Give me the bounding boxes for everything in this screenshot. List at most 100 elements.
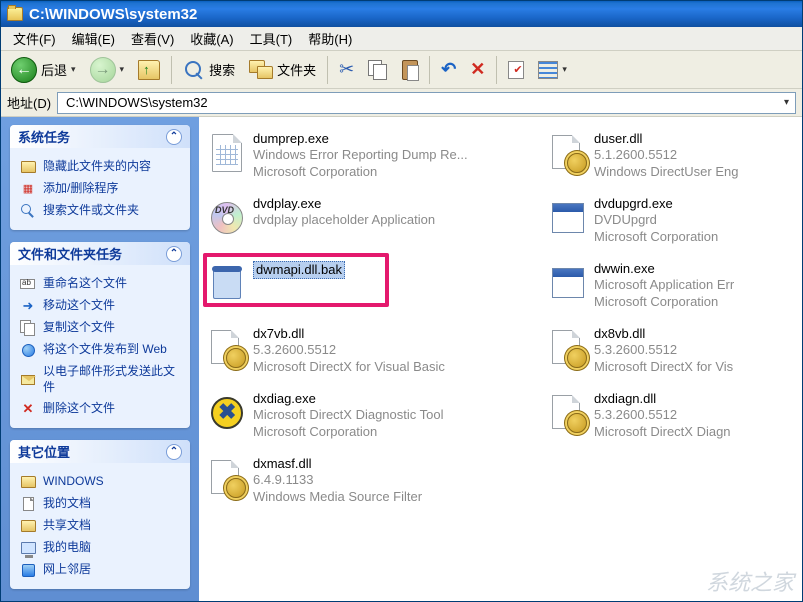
panel-title: 系统任务 [18,127,70,146]
back-button[interactable]: ← 后退 ▾ [5,55,82,85]
delete-button[interactable]: ✕ [464,55,491,85]
toolbar-separator [429,56,430,84]
task-add-remove-programs[interactable]: ▦添加/删除程序 [20,178,180,200]
forward-dropdown-icon[interactable]: ▾ [120,64,125,75]
file-name[interactable]: dx7vb.dll [253,326,445,342]
explorer-window: C:\WINDOWS\system32 文件(F) 编辑(E) 查看(V) 收藏… [0,0,803,602]
search-icon [183,59,205,81]
menu-tools[interactable]: 工具(T) [242,27,301,50]
file-item[interactable]: dvdplay.exedvdplay placeholder Applicati… [205,192,546,257]
cut-button[interactable]: ✂ [333,55,360,85]
place-windows[interactable]: WINDOWS [20,471,180,493]
file-name[interactable]: dwwin.exe [594,261,734,277]
file-name[interactable]: dumprep.exe [253,131,468,147]
panel-header-system-tasks[interactable]: 系统任务 ⌃ [10,125,190,148]
file-name[interactable]: dxmasf.dll [253,456,422,472]
collapse-icon[interactable]: ⌃ [166,444,182,460]
file-name[interactable]: duser.dll [594,131,739,147]
task-rename[interactable]: 重命名这个文件 [20,273,180,295]
task-delete[interactable]: ✕删除这个文件 [20,398,180,420]
forward-button[interactable]: → ▾ [84,55,131,85]
folders-button[interactable]: 文件夹 [243,55,322,85]
panel-header-file-tasks[interactable]: 文件和文件夹任务 ⌃ [10,242,190,265]
file-item[interactable]: dvdupgrd.exeDVDUpgrdMicrosoft Corporatio… [546,192,796,257]
menu-view[interactable]: 查看(V) [123,27,182,50]
place-shared-documents[interactable]: 共享文档 [20,515,180,537]
search-button[interactable]: 搜索 [177,55,241,85]
views-button[interactable]: ▾ [532,55,573,85]
place-network[interactable]: 网上邻居 [20,559,180,581]
address-input[interactable]: C:\WINDOWS\system32 ▾ [57,92,796,114]
place-my-documents[interactable]: 我的文档 [20,493,180,515]
file-description: Microsoft DirectX Diagnostic Tool [253,407,444,423]
file-text: dxmasf.dll6.4.9.1133Windows Media Source… [253,456,422,505]
file-item[interactable]: dumprep.exeWindows Error Reporting Dump … [205,127,546,192]
file-text: dvdupgrd.exeDVDUpgrdMicrosoft Corporatio… [594,196,718,245]
task-email[interactable]: 以电子邮件形式发送此文件 [20,361,180,398]
menu-bar: 文件(F) 编辑(E) 查看(V) 收藏(A) 工具(T) 帮助(H) [1,27,802,51]
place-my-computer[interactable]: 我的电脑 [20,537,180,559]
panel-title: 文件和文件夹任务 [18,244,122,263]
gear-icon [550,393,586,433]
folder-icon [7,7,23,21]
task-hide-contents[interactable]: 隐藏此文件夹的内容 [20,156,180,178]
menu-file[interactable]: 文件(F) [5,27,64,50]
back-dropdown-icon[interactable]: ▾ [71,64,76,75]
toolbar: ← 后退 ▾ → ▾ ↑ 搜索 文件夹 ✂ ↶ ✕ ▾ [1,51,802,89]
file-item[interactable]: dx7vb.dll5.3.2600.5512Microsoft DirectX … [205,322,546,387]
up-button[interactable]: ↑ [132,55,166,85]
document-icon [20,496,36,512]
file-company: Windows Media Source Filter [253,489,422,505]
undo-button[interactable]: ↶ [435,55,462,85]
menu-favorites[interactable]: 收藏(A) [182,27,241,50]
file-text: dx8vb.dll5.3.2600.5512Microsoft DirectX … [594,326,733,375]
task-copy[interactable]: 复制这个文件 [20,317,180,339]
address-dropdown-icon[interactable]: ▾ [781,97,792,108]
file-company: Microsoft Corporation [594,229,718,245]
file-item[interactable]: dxmasf.dll6.4.9.1133Windows Media Source… [205,452,546,517]
views-dropdown-icon[interactable]: ▾ [562,64,567,75]
panel-file-tasks: 文件和文件夹任务 ⌃ 重命名这个文件 ➜移动这个文件 复制这个文件 将这个文件发… [10,242,190,428]
file-description: Windows Error Reporting Dump Re... [253,147,468,163]
file-item[interactable]: dxdiag.exeMicrosoft DirectX Diagnostic T… [205,387,546,452]
file-item[interactable]: duser.dll5.1.2600.5512Windows DirectUser… [546,127,796,192]
file-name[interactable]: dxdiag.exe [253,391,444,407]
file-text: dx7vb.dll5.3.2600.5512Microsoft DirectX … [253,326,445,375]
folder-icon [20,474,36,490]
page-grid-icon [209,133,245,173]
file-item[interactable]: dwwin.exeMicrosoft Application ErrMicros… [546,257,796,322]
folders-label: 文件夹 [277,60,316,79]
file-grid: dumprep.exeWindows Error Reporting Dump … [205,127,796,517]
file-name[interactable]: dwmapi.dll.bak [253,261,345,279]
file-item[interactable]: dwmapi.dll.bak [205,257,546,322]
file-text: dumprep.exeWindows Error Reporting Dump … [253,131,468,180]
panel-body: 隐藏此文件夹的内容 ▦添加/删除程序 搜索文件或文件夹 [10,148,190,230]
copy-button[interactable] [362,55,394,85]
collapse-icon[interactable]: ⌃ [166,129,182,145]
file-list-pane[interactable]: dumprep.exeWindows Error Reporting Dump … [199,117,802,601]
properties-button[interactable] [502,55,530,85]
file-item[interactable]: dxdiagn.dll5.3.2600.5512Microsoft Direct… [546,387,796,452]
menu-help[interactable]: 帮助(H) [300,27,360,50]
panel-header-other-places[interactable]: 其它位置 ⌃ [10,440,190,463]
file-name[interactable]: dvdupgrd.exe [594,196,718,212]
collapse-icon[interactable]: ⌃ [166,246,182,262]
address-path: C:\WINDOWS\system32 [66,95,208,110]
file-description: DVDUpgrd [594,212,718,228]
file-name[interactable]: dxdiagn.dll [594,391,731,407]
task-move[interactable]: ➜移动这个文件 [20,295,180,317]
task-search-files[interactable]: 搜索文件或文件夹 [20,200,180,222]
file-description: 5.3.2600.5512 [594,342,733,358]
folder-icon [20,518,36,534]
file-description: dvdplay placeholder Application [253,212,435,228]
paste-button[interactable] [396,55,424,85]
computer-icon [20,540,36,556]
file-description: Microsoft Application Err [594,277,734,293]
views-icon [538,61,558,79]
file-name[interactable]: dx8vb.dll [594,326,733,342]
menu-edit[interactable]: 编辑(E) [64,27,123,50]
task-publish-web[interactable]: 将这个文件发布到 Web [20,339,180,361]
file-text: dvdplay.exedvdplay placeholder Applicati… [253,196,435,229]
file-name[interactable]: dvdplay.exe [253,196,435,212]
file-item[interactable]: dx8vb.dll5.3.2600.5512Microsoft DirectX … [546,322,796,387]
